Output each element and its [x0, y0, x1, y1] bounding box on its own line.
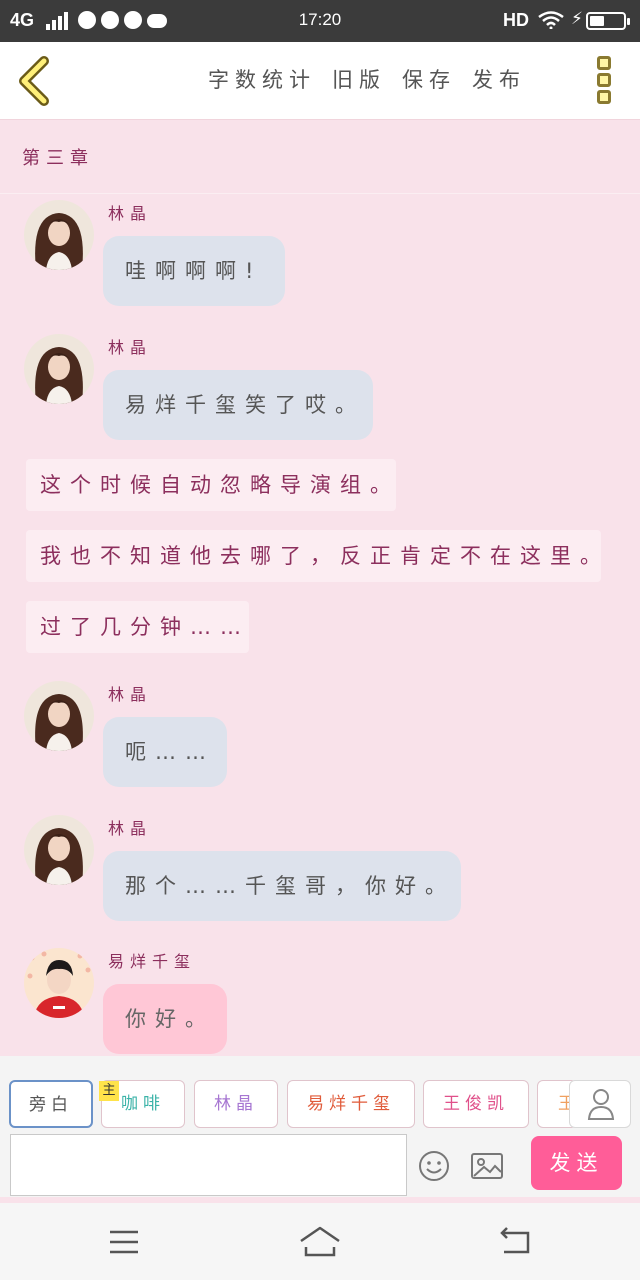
character-chip-linjing[interactable]: 林晶	[194, 1080, 278, 1128]
battery-level	[590, 16, 604, 26]
user-icon[interactable]	[569, 1080, 631, 1128]
character-chip-yiyangqianxi[interactable]: 易烊千玺	[287, 1080, 415, 1128]
message-bubble: 你好。	[103, 984, 227, 1054]
system-nav-bar	[0, 1203, 640, 1280]
girl-avatar	[24, 334, 94, 404]
save-button[interactable]: 保存	[402, 64, 456, 94]
hd-indicator: HD	[503, 10, 529, 30]
back-icon[interactable]	[498, 1227, 532, 1255]
girl-avatar	[24, 200, 94, 270]
narration-text[interactable]: 过了几分钟……	[26, 601, 249, 653]
more-vertical-icon[interactable]	[594, 56, 614, 108]
message-bubble: 呃……	[103, 717, 227, 787]
message-input[interactable]	[10, 1134, 407, 1196]
message-bubble: 那个……千玺哥，你好。	[103, 851, 461, 921]
character-selector: 旁白 咖啡 林晶 易烊千玺 王俊凯 王 主	[0, 1078, 640, 1130]
message-bubble: 易烊千玺笑了哎。	[103, 370, 373, 440]
main-character-tag: 主	[99, 1081, 119, 1101]
speaker-name: 易烊千玺	[108, 952, 197, 971]
word-count-button[interactable]: 字数统计	[208, 64, 316, 94]
charging-icon: ⚡	[571, 9, 583, 29]
editor-toolbar: 字数统计 旧版 保存 发布	[0, 42, 640, 120]
publish-button[interactable]: 发布	[472, 64, 526, 94]
status-bar: 4G 17:20 HD ⚡	[0, 0, 640, 42]
toolbar-actions: 字数统计 旧版 保存 发布	[208, 64, 542, 94]
speaker-name: 林晶	[108, 338, 153, 357]
smiley-icon[interactable]	[418, 1150, 450, 1182]
girl-avatar	[24, 681, 94, 751]
input-panel: 旁白 咖啡 林晶 易烊千玺 王俊凯 王 主 发送	[0, 1056, 640, 1197]
chevron-left-icon[interactable]	[14, 56, 54, 106]
send-button[interactable]: 发送	[531, 1136, 622, 1190]
message-bubble: 哇啊啊啊!	[103, 236, 285, 306]
speaker-name: 林晶	[108, 819, 153, 838]
girl-avatar	[24, 815, 94, 885]
old-version-button[interactable]: 旧版	[332, 64, 386, 94]
narration-text[interactable]: 我也不知道他去哪了，反正肯定不在这里。	[26, 530, 601, 582]
character-chip-wangjunkai[interactable]: 王俊凯	[423, 1080, 529, 1128]
image-icon[interactable]	[470, 1150, 504, 1182]
character-chip-narration[interactable]: 旁白	[9, 1080, 93, 1128]
chat-content: 第三章 林晶 哇啊啊啊! 林晶 易烊千玺笑了哎。 这个时候自动忽略导演组。 我也…	[0, 120, 640, 1056]
home-icon[interactable]	[298, 1225, 342, 1257]
narration-text[interactable]: 这个时候自动忽略导演组。	[26, 459, 396, 511]
battery-icon	[586, 12, 630, 30]
wifi-icon	[538, 11, 564, 29]
speaker-name: 林晶	[108, 204, 153, 223]
menu-icon[interactable]	[108, 1229, 140, 1255]
chapter-title: 第三章	[22, 148, 94, 169]
chapter-header: 第三章	[0, 120, 640, 194]
speaker-name: 林晶	[108, 685, 153, 704]
boy-avatar	[24, 948, 94, 1018]
